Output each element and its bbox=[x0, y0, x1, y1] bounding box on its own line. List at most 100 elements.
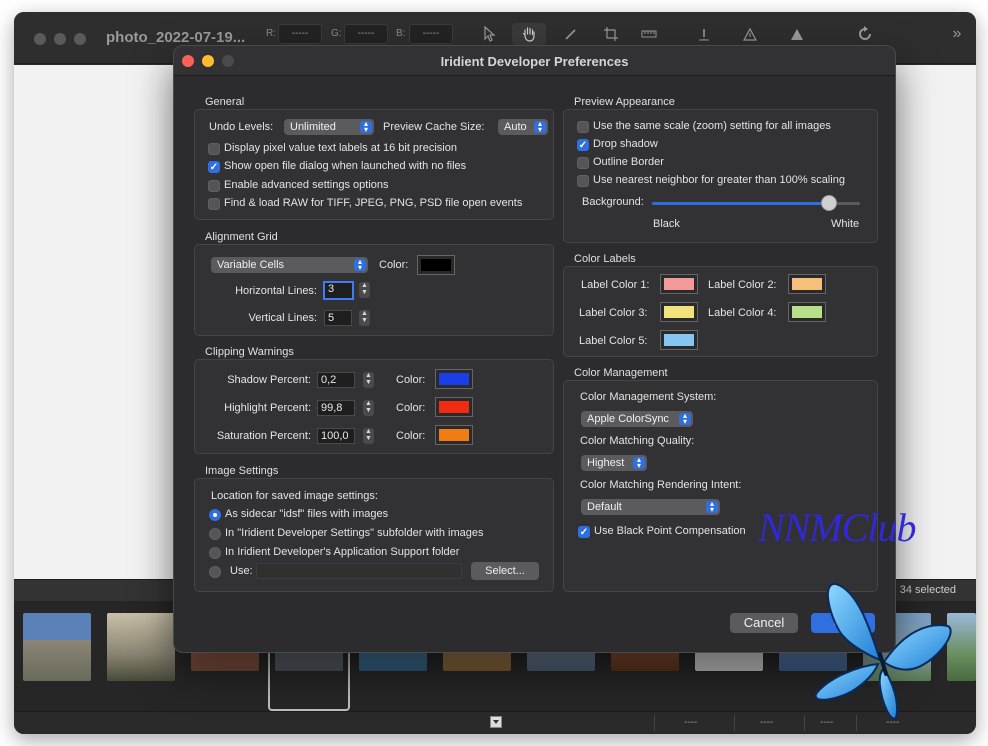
checkbox-nearest-neighbor[interactable] bbox=[577, 175, 589, 187]
checkbox-outline-border[interactable] bbox=[577, 157, 589, 169]
r-label: R: bbox=[266, 28, 276, 39]
arrow-pointer-icon[interactable] bbox=[472, 23, 506, 45]
slider-min-label: Black bbox=[653, 218, 680, 230]
checkbox-same-scale-label: Use the same scale (zoom) setting for al… bbox=[593, 120, 831, 132]
label-color-2-label: Label Color 2: bbox=[708, 279, 777, 291]
checkbox-16bit-labels[interactable] bbox=[208, 143, 220, 155]
g-value: ----- bbox=[344, 24, 388, 44]
rendering-intent-value: Default bbox=[587, 501, 622, 513]
highlight-color-swatch[interactable] bbox=[435, 397, 473, 417]
cms-popup[interactable]: Apple ColorSync ▴ ▾ bbox=[581, 411, 693, 427]
popup-arrows-icon: ▴ ▾ bbox=[534, 120, 546, 134]
grid-mode-popup[interactable]: Variable Cells ▴ ▾ bbox=[211, 257, 368, 273]
radio-subfolder[interactable] bbox=[209, 528, 221, 540]
label-color-1-swatch[interactable] bbox=[660, 274, 698, 294]
vertical-lines-stepper[interactable]: ▲ ▼ bbox=[359, 310, 370, 326]
crop-icon[interactable] bbox=[594, 23, 628, 45]
cms-value: Apple ColorSync bbox=[587, 413, 669, 425]
location-label: Location for saved image settings: bbox=[211, 490, 378, 502]
watermark-logo: NNMClub bbox=[758, 505, 916, 550]
general-section-title: General bbox=[205, 96, 245, 108]
radio-app-support[interactable] bbox=[209, 547, 221, 559]
highlight-percent-label: Highlight Percent: bbox=[224, 402, 311, 414]
warning-icon[interactable] bbox=[733, 23, 767, 45]
preview-cache-value: Auto bbox=[504, 121, 527, 133]
checkbox-drop-shadow-label: Drop shadow bbox=[593, 138, 658, 150]
thumbnail[interactable] bbox=[107, 613, 175, 681]
butterfly-logo bbox=[814, 583, 952, 720]
matching-quality-label: Color Matching Quality: bbox=[580, 435, 695, 447]
cancel-button[interactable]: Cancel bbox=[730, 613, 798, 633]
label-color-5-swatch[interactable] bbox=[660, 330, 698, 350]
radio-sidecar[interactable] bbox=[209, 509, 221, 521]
saturation-percent-stepper[interactable]: ▲ ▼ bbox=[363, 428, 374, 444]
checkbox-drop-shadow[interactable]: ✓ bbox=[577, 139, 589, 151]
alignment-grid-section-title: Alignment Grid bbox=[205, 231, 278, 243]
horizontal-lines-input[interactable]: 3 bbox=[323, 281, 354, 300]
radio-sidecar-label: As sidecar "idsf" files with images bbox=[225, 508, 389, 520]
dropdown-toggle-icon[interactable] bbox=[490, 716, 502, 728]
checkbox-outline-border-label: Outline Border bbox=[593, 156, 664, 168]
close-window-button[interactable] bbox=[34, 33, 46, 45]
chevron-right-icon[interactable]: » bbox=[940, 23, 974, 45]
highlight-percent-input[interactable]: 99,8 bbox=[317, 400, 355, 416]
thumbnail[interactable] bbox=[23, 613, 91, 681]
g-label: G: bbox=[331, 28, 342, 39]
label-color-3-swatch[interactable] bbox=[660, 302, 698, 322]
label-color-5-label: Label Color 5: bbox=[579, 335, 648, 347]
horizontal-lines-stepper[interactable]: ▲ ▼ bbox=[359, 282, 370, 298]
checkbox-black-point[interactable]: ✓ bbox=[578, 526, 590, 538]
checkbox-advanced-settings[interactable] bbox=[208, 180, 220, 192]
highlight-percent-stepper[interactable]: ▲ ▼ bbox=[363, 400, 374, 416]
radio-app-support-label: In Iridient Developer's Application Supp… bbox=[225, 546, 460, 558]
vertical-lines-input[interactable]: 5 bbox=[324, 310, 352, 326]
saturation-percent-label: Saturation Percent: bbox=[216, 430, 311, 442]
undo-levels-value: Unlimited bbox=[290, 121, 336, 133]
checkbox-open-dialog[interactable]: ✓ bbox=[208, 161, 220, 173]
popup-arrows-icon: ▴ ▾ bbox=[354, 258, 366, 272]
warning-dark-icon[interactable] bbox=[687, 23, 721, 45]
clipping-warnings-section-title: Clipping Warnings bbox=[205, 346, 294, 358]
rendering-intent-popup[interactable]: Default ▴ ▾ bbox=[581, 499, 720, 515]
preferences-title: Iridient Developer Preferences bbox=[440, 54, 629, 69]
background-slider-knob[interactable] bbox=[820, 195, 837, 211]
triangle-icon[interactable] bbox=[780, 23, 814, 45]
shadow-percent-stepper[interactable]: ▲ ▼ bbox=[363, 372, 374, 388]
pen-icon[interactable] bbox=[554, 23, 588, 45]
slider-max-label: White bbox=[831, 218, 860, 230]
color-management-section-title: Color Management bbox=[574, 367, 668, 379]
checkbox-same-scale[interactable] bbox=[577, 121, 589, 133]
image-settings-section-title: Image Settings bbox=[205, 465, 279, 477]
radio-subfolder-label: In "Iridient Developer Settings" subfold… bbox=[225, 527, 484, 539]
matching-quality-popup[interactable]: Highest ▴ ▾ bbox=[581, 455, 647, 471]
label-color-4-swatch[interactable] bbox=[788, 302, 826, 322]
matching-quality-value: Highest bbox=[587, 457, 625, 469]
preferences-window: Iridient Developer Preferences General U… bbox=[173, 45, 896, 653]
radio-use[interactable] bbox=[209, 566, 221, 578]
grid-color-label: Color: bbox=[379, 259, 409, 271]
horizontal-lines-label: Horizontal Lines: bbox=[235, 285, 317, 297]
hand-icon[interactable] bbox=[512, 23, 546, 45]
shadow-percent-input[interactable]: 0,2 bbox=[317, 372, 355, 388]
r-value: ----- bbox=[278, 24, 322, 44]
popup-arrows-icon: ▴ ▾ bbox=[360, 120, 372, 134]
shadow-color-swatch[interactable] bbox=[435, 369, 473, 389]
shadow-percent-label: Shadow Percent: bbox=[227, 374, 311, 386]
checkbox-find-raw[interactable] bbox=[208, 198, 220, 210]
grid-color-swatch[interactable] bbox=[417, 255, 455, 275]
use-path-input[interactable] bbox=[256, 563, 462, 579]
popup-arrows-icon: ▴ ▾ bbox=[679, 412, 691, 426]
ruler-icon[interactable] bbox=[632, 23, 666, 45]
zoom-window-button[interactable] bbox=[74, 33, 86, 45]
rotate-icon[interactable] bbox=[848, 23, 882, 45]
label-color-2-swatch[interactable] bbox=[788, 274, 826, 294]
saturation-color-swatch[interactable] bbox=[435, 425, 473, 445]
select-button[interactable]: Select... bbox=[471, 562, 539, 580]
undo-levels-popup[interactable]: Unlimited ▴ ▾ bbox=[284, 119, 374, 135]
saturation-percent-input[interactable]: 100,0 bbox=[317, 428, 355, 444]
saturation-color-label: Color: bbox=[396, 430, 426, 442]
preview-cache-popup[interactable]: Auto ▴ ▾ bbox=[498, 119, 548, 135]
status-field: ---- bbox=[760, 717, 774, 728]
checkbox-nearest-neighbor-label: Use nearest neighbor for greater than 10… bbox=[593, 174, 845, 186]
minimize-window-button[interactable] bbox=[54, 33, 66, 45]
